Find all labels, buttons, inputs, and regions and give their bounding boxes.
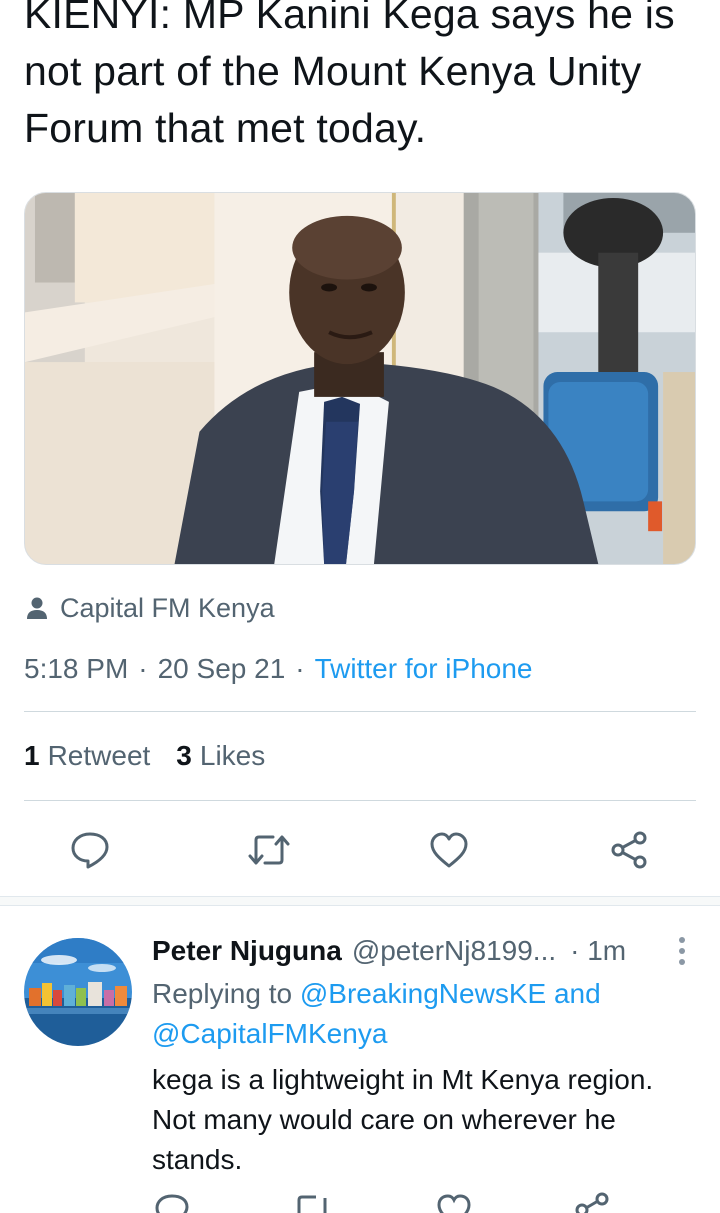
replying-prefix: Replying to: [152, 978, 293, 1009]
tweet-text-line: not part of the Mount Kenya Unity: [24, 48, 642, 94]
mention-link[interactable]: @CapitalFMKenya: [152, 1018, 387, 1049]
mention-link[interactable]: @BreakingNewsKE: [300, 978, 546, 1009]
reply-author-handle[interactable]: @peterNj8199...: [352, 935, 556, 967]
like-label: Likes: [199, 740, 266, 771]
share-icon[interactable]: [599, 820, 659, 880]
person-icon: [26, 596, 48, 620]
source-label: Capital FM Kenya: [60, 592, 275, 623]
likes-stat[interactable]: 3 Likes: [176, 740, 265, 772]
tweet-stats: 1 Retweet 3 Likes: [24, 736, 265, 776]
tweet-source[interactable]: Capital FM Kenya: [26, 590, 275, 626]
tweet-text: KIENYI: MP Kanini Kega says he is not pa…: [24, 0, 704, 157]
replying-to: Replying to @BreakingNewsKE and @Capital…: [152, 974, 682, 1054]
like-count: 3: [176, 740, 192, 771]
avatar-image: [24, 938, 132, 1046]
more-options-icon[interactable]: [672, 934, 692, 968]
tweet-date[interactable]: 20 Sep 21: [158, 653, 286, 685]
like-icon[interactable]: [419, 820, 479, 880]
tweet-client-link[interactable]: Twitter for iPhone: [315, 653, 533, 685]
mention-conjunction: and: [553, 978, 601, 1009]
reply-author-name[interactable]: Peter Njuguna: [152, 935, 342, 967]
tweet-text-line: Forum that met today.: [24, 105, 427, 151]
tweet-meta: 5:18 PM · 20 Sep 21 · Twitter for iPhone: [24, 650, 532, 688]
reply-icon[interactable]: [60, 820, 120, 880]
share-icon[interactable]: [572, 1190, 616, 1213]
divider: [24, 711, 696, 712]
divider: [24, 800, 696, 801]
retweet-count: 1: [24, 740, 40, 771]
retweet-icon[interactable]: [290, 1190, 334, 1213]
reply-time[interactable]: · 1m: [570, 935, 626, 967]
retweet-icon[interactable]: [239, 820, 299, 880]
meta-separator: ·: [138, 653, 148, 684]
reply-icon[interactable]: [152, 1190, 196, 1213]
retweets-stat[interactable]: 1 Retweet: [24, 740, 150, 772]
tweet-photo[interactable]: [24, 192, 696, 565]
avatar[interactable]: [24, 938, 132, 1046]
reply-action-bar: [152, 1190, 672, 1213]
reply-header: Peter Njuguna @peterNj8199... · 1m: [152, 930, 702, 972]
retweet-label: Retweet: [47, 740, 151, 771]
tweet-action-bar: [0, 820, 720, 880]
thread-separator: [0, 896, 720, 906]
tweet-photo-image: [25, 193, 695, 564]
reply-text: kega is a lightweight in Mt Kenya region…: [152, 1064, 654, 1175]
tweet-time[interactable]: 5:18 PM: [24, 653, 128, 685]
tweet-text-line: KIENYI: MP Kanini Kega says he is: [24, 0, 675, 37]
like-icon[interactable]: [434, 1190, 478, 1213]
meta-separator: ·: [295, 653, 305, 684]
